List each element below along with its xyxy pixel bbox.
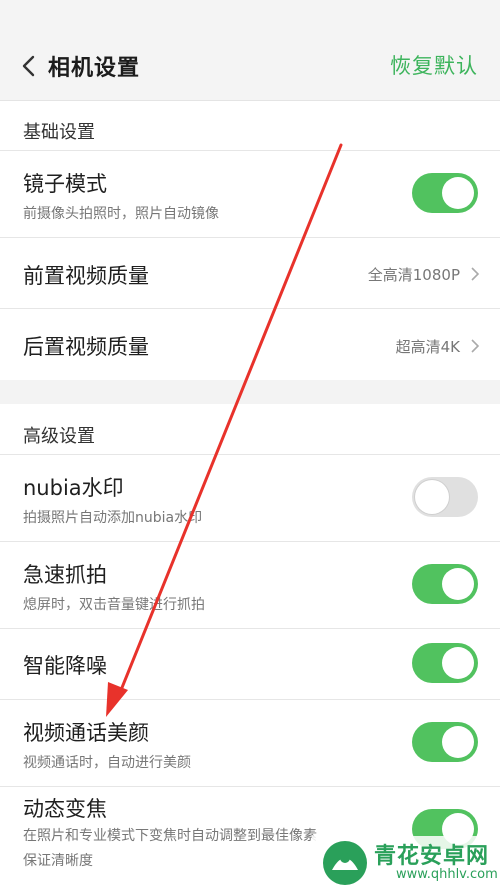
chevron-right-icon [471, 339, 480, 353]
row-subtitle: 前摄像头拍照时，照片自动镜像 [23, 206, 219, 222]
toggle-knob [442, 726, 474, 758]
row-title: 动态变焦 [23, 797, 107, 821]
toggle-knob [442, 568, 474, 600]
row-title: nubia水印 [23, 476, 124, 500]
watermark-url: www.qhhlv.com [396, 867, 498, 882]
row-title: 镜子模式 [23, 172, 107, 196]
row-title: 急速抓拍 [23, 563, 107, 587]
row-subtitle: 拍摄照片自动添加nubia水印 [23, 510, 203, 526]
row-value: 超高清4K [395, 338, 460, 356]
back-chevron-icon[interactable] [18, 52, 40, 80]
row-video-call-beauty[interactable]: 视频通话美颜 视频通话时，自动进行美颜 [0, 700, 500, 786]
row-mirror-mode[interactable]: 镜子模式 前摄像头拍照时，照片自动镜像 [0, 151, 500, 237]
toggle-knob [442, 647, 474, 679]
toggle-knob [442, 177, 474, 209]
row-subtitle: 视频通话时，自动进行美颜 [23, 755, 191, 771]
page-title: 相机设置 [48, 56, 141, 81]
video-call-beauty-toggle[interactable] [412, 722, 478, 762]
row-rear-video-quality[interactable]: 后置视频质量 超高清4K [0, 309, 500, 380]
section-basic-label: 基础设置 [23, 122, 95, 143]
restore-defaults-button[interactable]: 恢复默认 [390, 50, 478, 80]
quick-snap-toggle[interactable] [412, 564, 478, 604]
row-noise-reduction[interactable]: 智能降噪 [0, 629, 500, 699]
row-subtitle-line2: 保证清晰度 [23, 853, 93, 869]
chevron-right-icon [471, 267, 480, 281]
row-value: 全高清1080P [367, 266, 460, 284]
row-front-video-quality[interactable]: 前置视频质量 全高清1080P [0, 238, 500, 308]
row-subtitle: 熄屏时，双击音量键进行抓拍 [23, 597, 205, 613]
row-title: 前置视频质量 [23, 264, 149, 288]
row-nubia-watermark[interactable]: nubia水印 拍摄照片自动添加nubia水印 [0, 455, 500, 541]
row-subtitle: 在照片和专业模式下变焦时自动调整到最佳像素 [23, 828, 317, 844]
noise-reduction-toggle[interactable] [412, 643, 478, 683]
row-title: 后置视频质量 [23, 335, 149, 359]
section-advanced-label: 高级设置 [23, 426, 95, 447]
row-title: 视频通话美颜 [23, 721, 149, 745]
header-bar: 相机设置 恢复默认 [0, 0, 500, 101]
row-title: 智能降噪 [23, 654, 107, 678]
watermark-text: 青花安卓网 [374, 844, 490, 869]
row-quick-snap[interactable]: 急速抓拍 熄屏时，双击音量键进行抓拍 [0, 542, 500, 628]
toggle-knob [415, 480, 449, 514]
section-gap [0, 380, 500, 404]
mirror-mode-toggle[interactable] [412, 173, 478, 213]
nubia-watermark-toggle[interactable] [412, 477, 478, 517]
